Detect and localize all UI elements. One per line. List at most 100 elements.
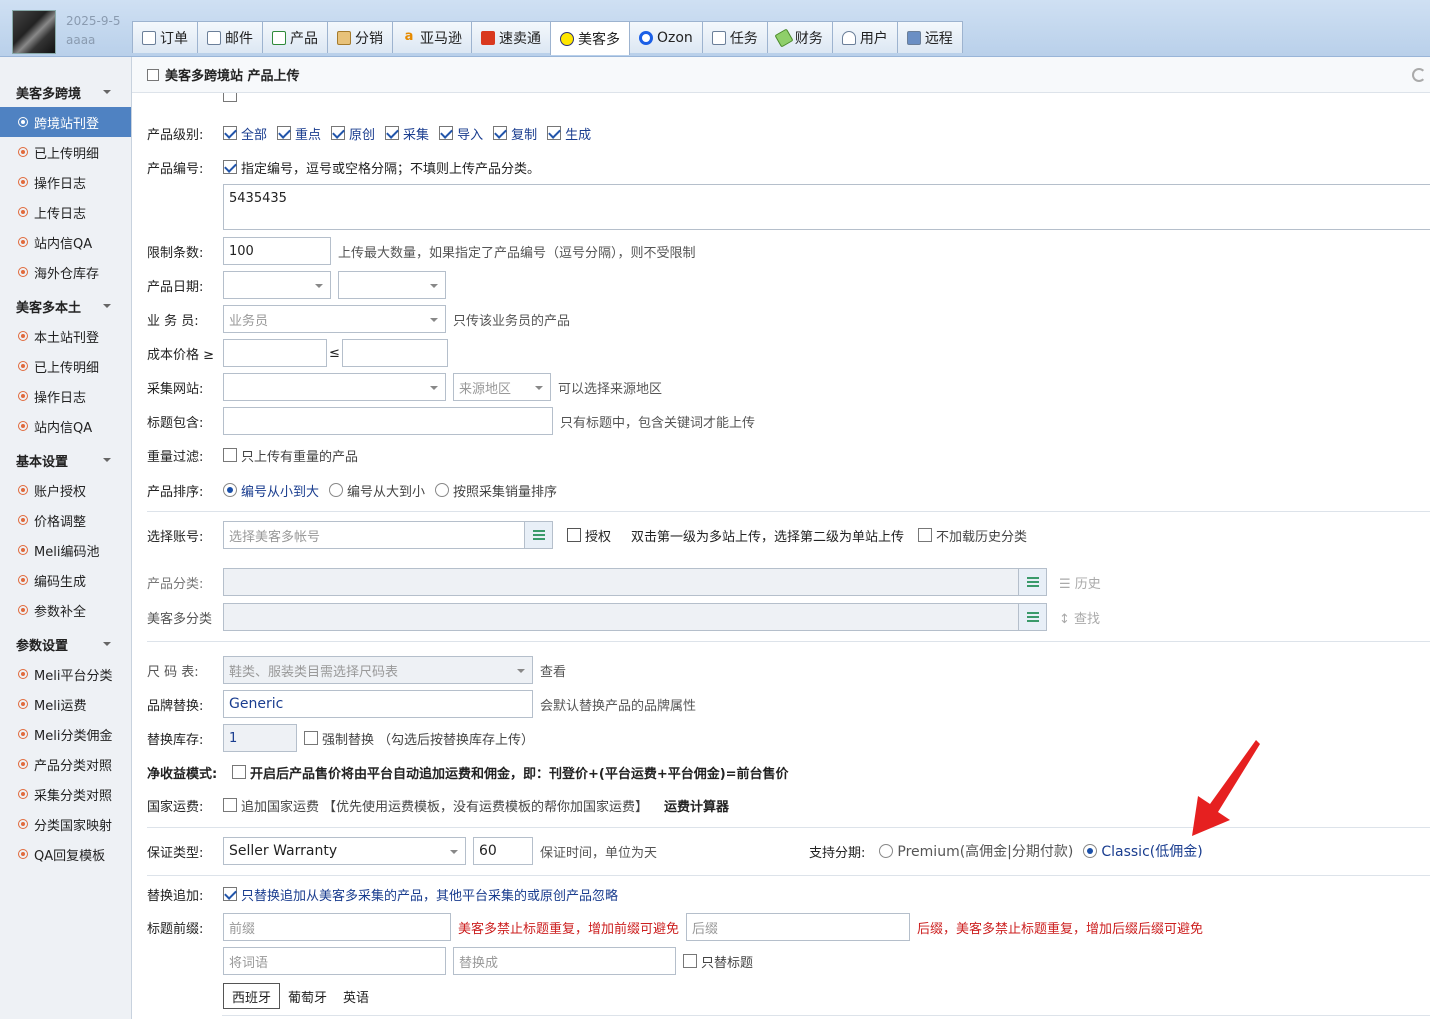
title-prefix-input[interactable]: 前缀 [223,913,451,941]
region-select[interactable]: 来源地区 [453,373,551,401]
sidebar-item-qa-template[interactable]: QA回复模板 [0,839,131,869]
stock-force-checkbox[interactable]: 强制替换 [304,729,374,748]
level-collect-checkbox[interactable]: 采集 [385,124,429,143]
sort-asc-radio[interactable]: 编号从小到大 [223,481,319,500]
sidebar-item-local-listing[interactable]: 本土站刊登 [0,321,131,351]
bullet-icon [18,147,28,157]
sidebar-item-collect-map[interactable]: 采集分类对照 [0,779,131,809]
level-copy-checkbox[interactable]: 复制 [493,124,537,143]
sidebar-item-qa[interactable]: 站内信QA [0,227,131,257]
stock-input[interactable]: 1 [223,724,297,752]
installment-classic-radio[interactable]: Classic(低佣金) [1083,841,1203,861]
tab-portuguese[interactable]: 葡萄牙 [280,983,335,1009]
date-end-select[interactable] [338,271,446,299]
sidebar-item-country-map[interactable]: 分类国家映射 [0,809,131,839]
level-import-checkbox[interactable]: 导入 [439,124,483,143]
brand-input[interactable]: Generic [223,690,533,718]
cost-max-input[interactable] [341,339,448,367]
sidebar-item-code-pool[interactable]: Meli编码池 [0,535,131,565]
only-title-checkbox[interactable]: 只替标题 [683,952,753,971]
sidebar-item-auth[interactable]: 账户授权 [0,475,131,505]
tab-tasks[interactable]: 任务 [701,21,768,53]
tab-users[interactable]: 用户 [831,21,898,53]
tab-amazon[interactable]: a 亚马逊 [392,21,472,53]
divider [147,641,1430,642]
tab-mercadolibre[interactable]: 美客多 [550,21,630,55]
sidebar-item-op-log[interactable]: 操作日志 [0,167,131,197]
size-view-link[interactable]: 查看 [540,661,566,680]
tab-ozon[interactable]: Ozon [629,21,703,53]
auth-button[interactable]: 授权 [567,526,611,545]
code-row: 产品编号: 指定编号，逗号或空格分隔；不填则上传产品分类。 [147,153,550,181]
sidebar-item-cross-listing[interactable]: 跨境站刊登 [0,107,131,137]
sidebar-item-uploaded[interactable]: 已上传明细 [0,137,131,167]
warranty-type-select[interactable]: Seller Warranty [223,837,466,865]
sidebar-item-local-op-log[interactable]: 操作日志 [0,381,131,411]
sidebar-item-code-gen[interactable]: 编码生成 [0,565,131,595]
refresh-icon[interactable] [1412,68,1426,82]
code-textarea[interactable]: 5435435 [223,184,1430,230]
warranty-time-input[interactable]: 60 [473,837,533,865]
history-button[interactable]: ☰ 历史 [1059,573,1101,592]
sidebar-item-meli-commission[interactable]: Meli分类佣金 [0,719,131,749]
sidebar-item-meli-category[interactable]: Meli平台分类 [0,659,131,689]
tab-spanish[interactable]: 西班牙 [223,983,281,1009]
tab-remote[interactable]: 远程 [896,21,963,53]
date-start-select[interactable] [223,271,331,299]
account-row: 选择账号: 选择美客多帐号 授权 双击第一级为多站上传，选择第二级为单站上传 不… [147,521,1037,549]
sidebar-item-upload-log[interactable]: 上传日志 [0,197,131,227]
bullet-icon [18,545,28,555]
sidebar-item-param-fill[interactable]: 参数补全 [0,595,131,625]
sidebar-item-local-qa[interactable]: 站内信QA [0,411,131,441]
sort-desc-radio[interactable]: 编号从大到小 [329,481,425,500]
meli-category-input[interactable] [223,603,1019,631]
size-chart-select[interactable]: 鞋类、服装类目需选择尺码表 [223,656,533,684]
net-mode-checkbox[interactable]: 开启后产品售价将由平台自动追加运费和佣金，即：刊登价+(平台运费+平台佣金)=前… [232,763,789,782]
tab-english[interactable]: 英语 [335,983,377,1009]
word-from-input[interactable]: 将词语 [223,947,446,975]
level-original-checkbox[interactable]: 原创 [331,124,375,143]
word-to-input[interactable]: 替换成 [453,947,676,975]
account-list-button[interactable] [525,521,553,549]
weight-checkbox[interactable]: 只上传有重量的产品 [223,446,358,465]
sidebar-group-local[interactable]: 美客多本土 [0,291,131,321]
tab-orders[interactable]: 订单 [132,21,198,53]
mercado-icon [560,31,574,46]
cost-min-input[interactable] [223,339,327,367]
installment-premium-radio[interactable]: Premium(高佣金|分期付款) [879,841,1073,861]
limit-input[interactable]: 100 [223,237,331,265]
sort-sales-radio[interactable]: 按照采集销量排序 [435,481,557,500]
title-suffix-input[interactable]: 后缀 [686,913,911,941]
level-all-checkbox[interactable]: 全部 [223,124,267,143]
tab-products[interactable]: 产品 [262,21,328,53]
sidebar-group-cross-border[interactable]: 美客多跨境 [0,77,131,107]
sidebar-item-product-map[interactable]: 产品分类对照 [0,749,131,779]
tab-mail[interactable]: 邮件 [197,21,263,53]
replace-only-checkbox[interactable]: 只替换追加从美客多采集的产品，其他平台采集的或原创产品忽略 [223,885,618,904]
meli-category-list-button[interactable] [1019,603,1047,631]
sidebar-item-price[interactable]: 价格调整 [0,505,131,535]
ship-calculator-link[interactable]: 运费计算器 [664,796,729,815]
account-input[interactable]: 选择美客多帐号 [223,521,525,549]
level-generate-checkbox[interactable]: 生成 [547,124,591,143]
category-input[interactable] [223,568,1019,596]
site-select[interactable] [223,373,446,401]
sidebar-group-basic[interactable]: 基本设置 [0,445,131,475]
country-ship-checkbox[interactable]: 追加国家运费 [223,796,319,815]
no-history-checkbox[interactable]: 不加载历史分类 [918,526,1027,545]
bullet-icon [18,669,28,679]
sidebar-item-overseas-stock[interactable]: 海外仓库存 [0,257,131,287]
tab-distribution[interactable]: 分销 [327,21,393,53]
sidebar-group-params[interactable]: 参数设置 [0,629,131,659]
sidebar-item-local-uploaded[interactable]: 已上传明细 [0,351,131,381]
staff-select[interactable]: 业务员 [223,305,446,333]
code-specify-checkbox[interactable]: 指定编号，逗号或空格分隔；不填则上传产品分类。 [223,158,540,177]
level-key-checkbox[interactable]: 重点 [277,124,321,143]
sidebar-item-meli-shipping[interactable]: Meli运费 [0,689,131,719]
title-contains-input[interactable] [223,407,553,435]
tab-finance[interactable]: 财务 [766,21,833,53]
category-list-button[interactable] [1019,568,1047,596]
avatar[interactable] [12,10,56,54]
find-button[interactable]: ↕ 查找 [1059,608,1100,627]
tab-aliexpress[interactable]: 速卖通 [471,21,551,53]
